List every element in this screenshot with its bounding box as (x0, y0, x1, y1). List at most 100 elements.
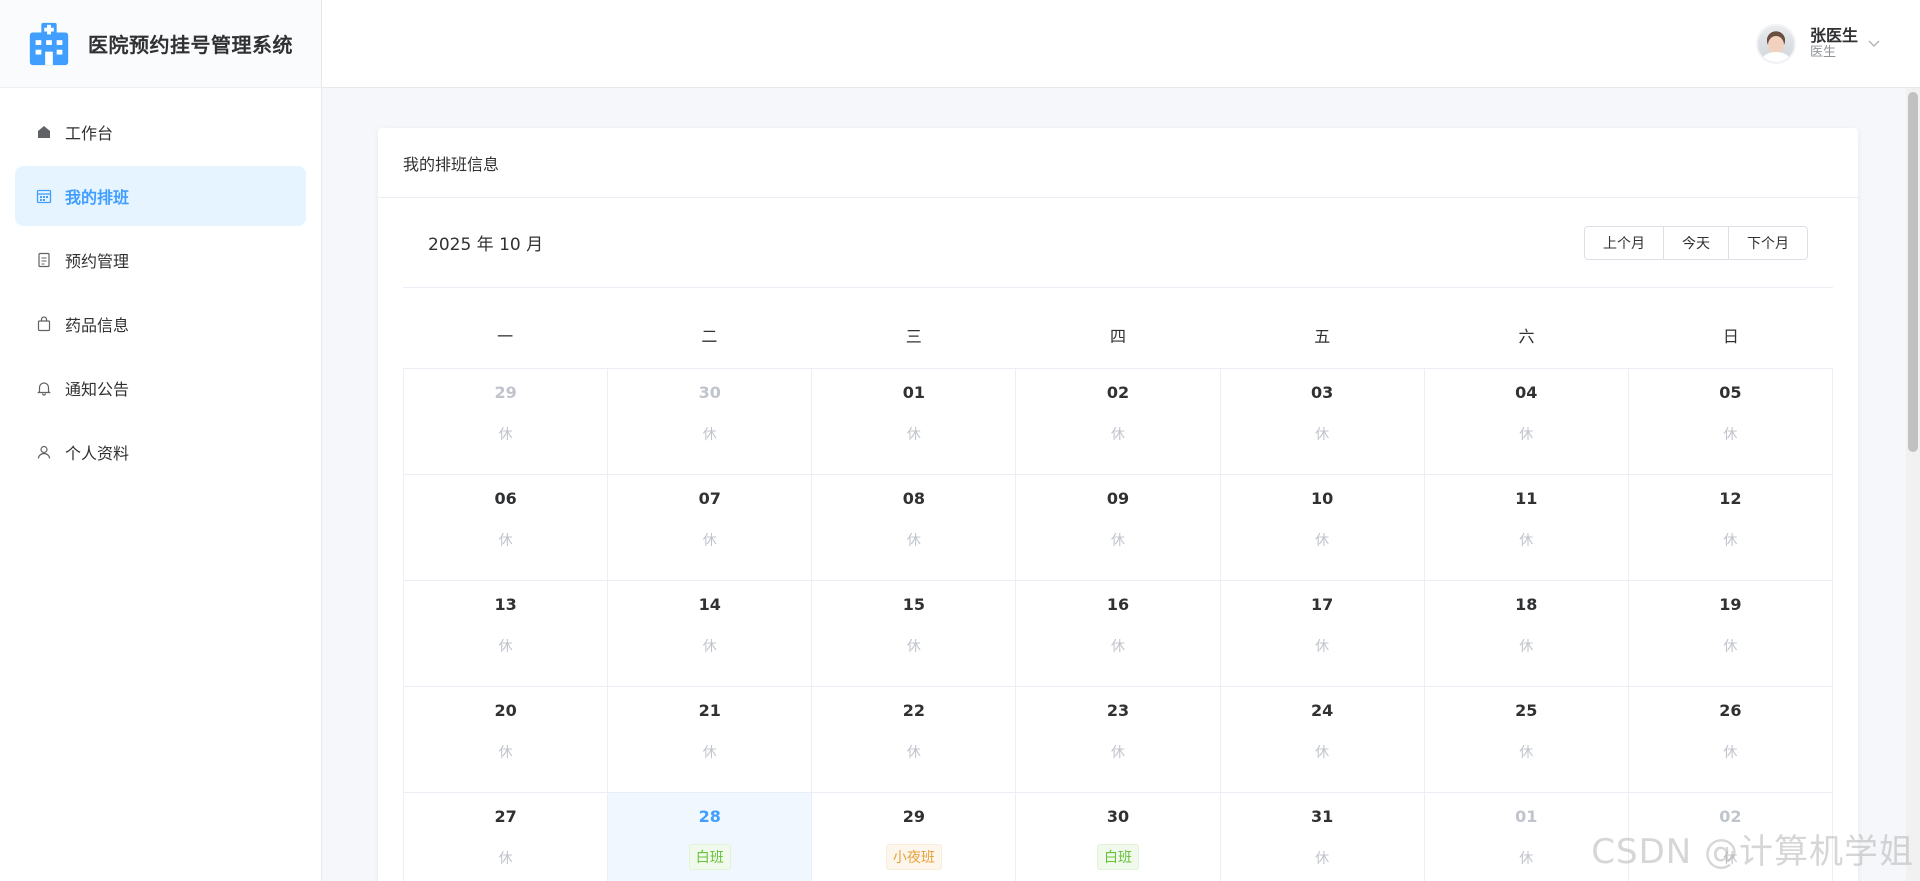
calendar-day-cell[interactable]: 23 休 (1016, 687, 1221, 793)
day-number: 24 (1311, 701, 1334, 720)
day-number: 01 (1515, 807, 1538, 826)
day-number: 05 (1719, 383, 1742, 402)
rest-label: 休 (702, 427, 717, 443)
weekday-label: 六 (1518, 327, 1535, 346)
sidebar-item-label: 药品信息 (65, 316, 130, 335)
calendar-day-cell[interactable]: 20 休 (404, 687, 609, 793)
page-scrollbar[interactable] (1906, 88, 1920, 881)
rest-label: 休 (906, 639, 921, 655)
sidebar-item-label: 工作台 (65, 124, 114, 143)
day-number: 17 (1311, 595, 1334, 614)
calendar-day-cell[interactable]: 27 休 (404, 793, 609, 881)
calendar-day-cell[interactable]: 07 休 (608, 475, 813, 581)
prev-month-button[interactable]: 上个月 (1585, 226, 1664, 259)
calendar-day-cell[interactable]: 30 白班 (1016, 793, 1221, 881)
day-number: 19 (1719, 595, 1742, 614)
day-number: 27 (494, 807, 517, 826)
day-number: 15 (902, 595, 925, 614)
rest-label: 休 (906, 745, 921, 761)
rest-label: 休 (1315, 533, 1330, 549)
rest-label: 休 (906, 427, 921, 443)
sidebar-item-5[interactable]: 个人资料 (15, 422, 306, 482)
calendar-day-cell[interactable]: 12 休 (1628, 475, 1833, 581)
calendar-day-cell[interactable]: 14 休 (608, 581, 813, 687)
calendar-day-cell[interactable]: 29 小夜班 (812, 793, 1017, 881)
calendar-day-cell[interactable]: 10 休 (1220, 475, 1425, 581)
calendar-day-cell[interactable]: 08 休 (812, 475, 1017, 581)
rest-label: 休 (1723, 533, 1738, 549)
sidebar-item-1[interactable]: 我的排班 (15, 166, 306, 226)
calendar-day-cell[interactable]: 18 休 (1424, 581, 1629, 687)
day-number: 20 (494, 701, 517, 720)
top-header: 张医生 医生 (322, 0, 1920, 88)
rest-label: 休 (702, 745, 717, 761)
rest-label: 休 (498, 639, 513, 655)
watermark: CSDN @计算机学姐 (1591, 832, 1914, 872)
calendar-day-cell[interactable]: 05 休 (1628, 369, 1833, 475)
day-number: 08 (902, 489, 925, 508)
user-dropdown[interactable]: 张医生 医生 (1755, 24, 1880, 64)
sidebar-item-3[interactable]: 药品信息 (15, 294, 306, 354)
calendar-day-cell[interactable]: 19 休 (1628, 581, 1833, 687)
brand: 医院预约挂号管理系统 (0, 0, 321, 88)
rest-label: 休 (1315, 427, 1330, 443)
chevron-down-icon (1868, 37, 1880, 51)
sidebar-item-label: 通知公告 (65, 380, 130, 399)
day-number: 16 (1106, 595, 1130, 614)
sidebar: 医院预约挂号管理系统 工作台我的排班预约管理药品信息通知公告个人资料 (0, 0, 322, 881)
weekday-label: 一 (497, 327, 514, 346)
weekday-label: 四 (1109, 327, 1126, 346)
calendar-day-cell[interactable]: 30 休 (608, 369, 813, 475)
day-number: 30 (698, 383, 721, 402)
user-info: 张医生 医生 (1810, 27, 1858, 61)
rest-label: 休 (498, 427, 513, 443)
calendar-day-cell[interactable]: 11 休 (1424, 475, 1629, 581)
calendar-day-cell[interactable]: 29 休 (404, 369, 609, 475)
card-body: 2025 年 10 月 上个月 今天 下个月 一 二 三 四 五 六 日 29 休 30 休 01 休… (378, 198, 1858, 881)
rest-label: 休 (1315, 639, 1330, 655)
day-number: 23 (1106, 701, 1130, 720)
user-icon (35, 443, 53, 461)
sidebar-item-0[interactable]: 工作台 (15, 102, 306, 162)
schedule-card: 我的排班信息 2025 年 10 月 上个月 今天 下个月 一 二 三 四 五 六 日 29… (378, 128, 1858, 881)
calendar-day-cell[interactable]: 26 休 (1628, 687, 1833, 793)
calendar-day-cell[interactable]: 04 休 (1424, 369, 1629, 475)
day-number: 07 (698, 489, 721, 508)
day-number: 29 (902, 807, 925, 826)
rest-label: 休 (1519, 533, 1534, 549)
avatar (1755, 24, 1796, 64)
rest-label: 休 (702, 533, 717, 549)
calendar-day-cell[interactable]: 02 休 (1016, 369, 1221, 475)
calendar-day-cell[interactable]: 31 休 (1221, 793, 1425, 881)
calendar-day-cell[interactable]: 25 休 (1424, 687, 1629, 793)
scroll-thumb[interactable] (1908, 92, 1918, 452)
calendar-day-cell[interactable]: 03 休 (1220, 369, 1425, 475)
calendar-day-cell[interactable]: 01 休 (812, 369, 1017, 475)
calendar-day-cell[interactable]: 06 休 (404, 475, 609, 581)
calendar-day-cell[interactable]: 21 休 (608, 687, 813, 793)
calendar-day-cell[interactable]: 22 休 (812, 687, 1017, 793)
rest-label: 休 (1110, 533, 1125, 549)
sidebar-item-4[interactable]: 通知公告 (15, 358, 306, 418)
sidebar-item-2[interactable]: 预约管理 (15, 230, 306, 290)
rest-label: 休 (1110, 745, 1125, 761)
sidebar-item-label: 预约管理 (65, 252, 130, 271)
month-nav-buttons: 上个月 今天 下个月 (1584, 225, 1808, 260)
calendar-day-cell[interactable]: 28 白班 (608, 793, 813, 881)
calendar-toolbar: 2025 年 10 月 上个月 今天 下个月 (403, 198, 1833, 288)
card-title: 我的排班信息 (378, 128, 1858, 198)
day-number: 14 (698, 595, 721, 614)
calendar-day-cell[interactable]: 09 休 (1016, 475, 1221, 581)
rest-label: 休 (1315, 851, 1330, 867)
calendar-day-cell[interactable]: 13 休 (404, 581, 609, 687)
day-number: 12 (1719, 489, 1742, 508)
next-month-button[interactable]: 下个月 (1729, 226, 1807, 259)
today-button[interactable]: 今天 (1664, 226, 1729, 259)
calendar-day-cell[interactable]: 15 休 (812, 581, 1017, 687)
sidebar-menu: 工作台我的排班预约管理药品信息通知公告个人资料 (0, 88, 321, 482)
calendar-day-cell[interactable]: 24 休 (1220, 687, 1425, 793)
calendar-day-cell[interactable]: 16 休 (1016, 581, 1221, 687)
day-number: 29 (494, 383, 517, 402)
rest-label: 休 (702, 639, 717, 655)
calendar-day-cell[interactable]: 17 休 (1220, 581, 1425, 687)
